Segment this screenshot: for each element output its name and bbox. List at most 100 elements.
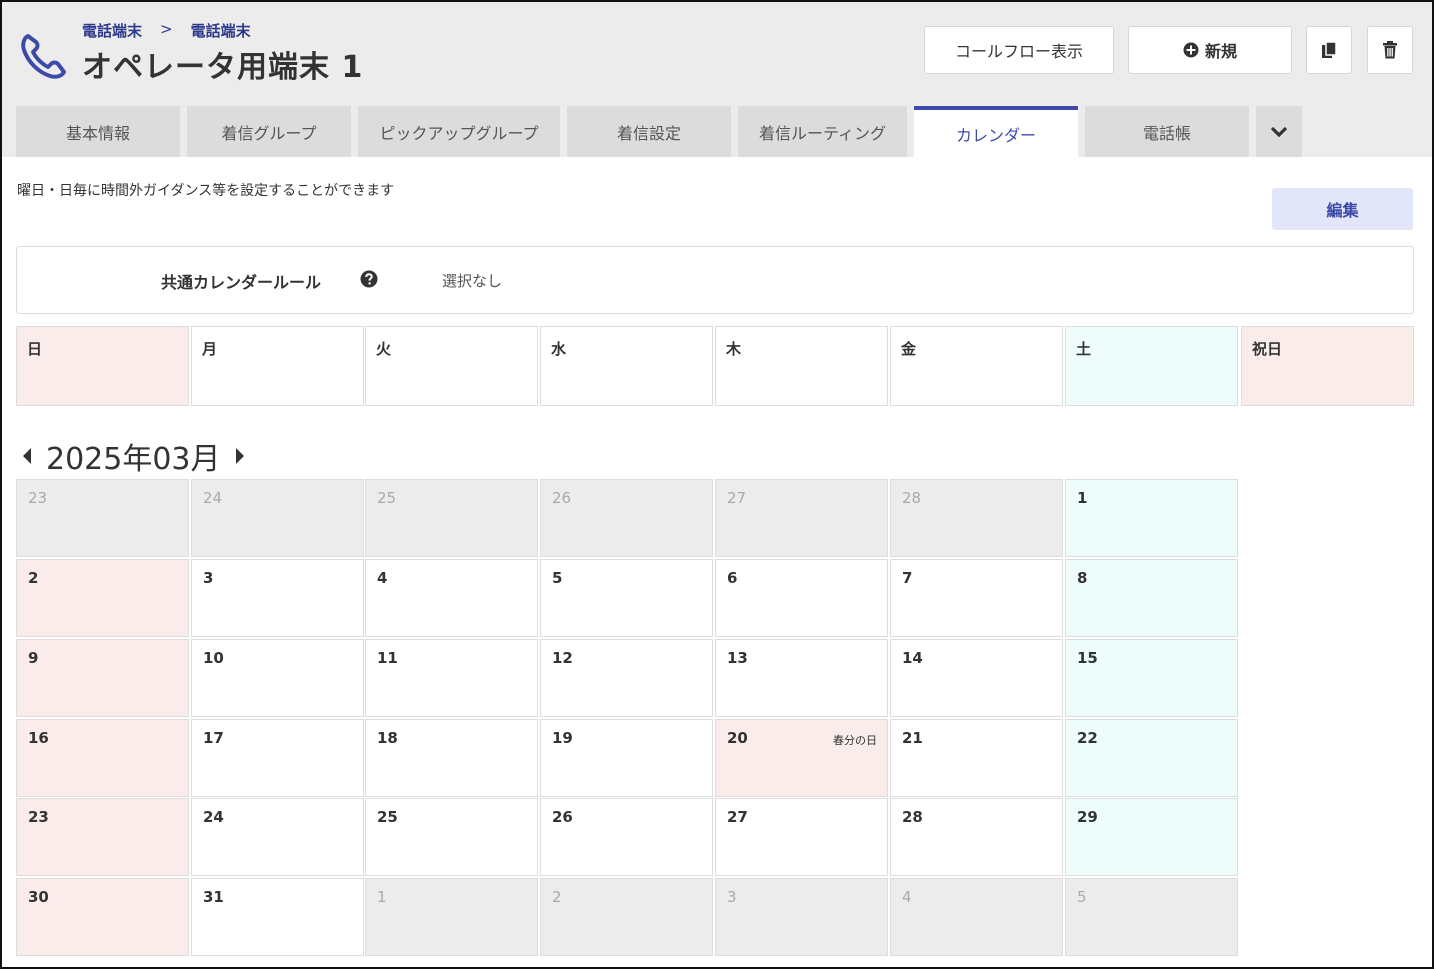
weekday-cell-tuesday[interactable]: 火 (365, 326, 538, 406)
weekday-cell-sunday[interactable]: 日 (16, 326, 189, 406)
calendar-day-number: 4 (902, 888, 912, 906)
calendar-day-number: 20 (727, 729, 748, 747)
calendar-day-cell[interactable]: 6 (715, 559, 888, 637)
calendar-day-number: 29 (1077, 808, 1098, 826)
calendar-day-cell[interactable]: 16 (16, 719, 189, 797)
calendar-day-cell[interactable]: 26 (540, 479, 713, 557)
calendar-day-cell[interactable]: 3 (715, 878, 888, 956)
tab-phonebook[interactable]: 電話帳 (1085, 106, 1249, 157)
common-calendar-rule-panel: 共通カレンダールール 選択なし (16, 246, 1414, 314)
tab-incoming-routing[interactable]: 着信ルーティング (738, 106, 907, 157)
calendar-day-cell[interactable]: 21 (890, 719, 1063, 797)
calendar-day-cell[interactable]: 24 (191, 479, 364, 557)
calendar-day-cell[interactable]: 1 (365, 878, 538, 956)
calendar-day-cell[interactable]: 13 (715, 639, 888, 717)
weekday-cell-thursday[interactable]: 木 (715, 326, 888, 406)
calendar-day-cell[interactable]: 3 (191, 559, 364, 637)
calendar-day-number: 23 (28, 808, 49, 826)
calendar-day-cell[interactable]: 4 (365, 559, 538, 637)
calendar-day-number: 11 (377, 649, 398, 667)
weekday-cell-monday[interactable]: 月 (191, 326, 364, 406)
calendar-day-number: 15 (1077, 649, 1098, 667)
calendar-day-cell[interactable]: 5 (540, 559, 713, 637)
calendar-day-cell[interactable]: 1 (1065, 479, 1238, 557)
callflow-button[interactable]: コールフロー表示 (924, 26, 1114, 74)
calendar-day-cell[interactable]: 2 (540, 878, 713, 956)
calendar-day-cell[interactable]: 11 (365, 639, 538, 717)
calendar-day-number: 4 (377, 569, 388, 587)
calendar-day-number: 6 (727, 569, 738, 587)
tab-basic-info[interactable]: 基本情報 (16, 106, 180, 157)
copy-button[interactable] (1306, 26, 1352, 74)
calendar-day-cell[interactable]: 12 (540, 639, 713, 717)
weekday-cell-friday[interactable]: 金 (890, 326, 1063, 406)
weekday-cell-holiday[interactable]: 祝日 (1241, 326, 1414, 406)
calendar-day-number: 8 (1077, 569, 1088, 587)
calendar-day-cell[interactable]: 28 (890, 798, 1063, 876)
calendar-day-cell[interactable]: 24 (191, 798, 364, 876)
calendar-day-cell[interactable]: 22 (1065, 719, 1238, 797)
calendar-day-cell[interactable]: 25 (365, 479, 538, 557)
tab-pickup-group[interactable]: ピックアップグループ (358, 106, 560, 157)
calendar-day-cell[interactable]: 27 (715, 479, 888, 557)
tab-incoming-group[interactable]: 着信グループ (187, 106, 351, 157)
calendar-day-number: 28 (902, 808, 923, 826)
tab-incoming-settings[interactable]: 着信設定 (567, 106, 731, 157)
caret-right-icon[interactable] (233, 446, 247, 466)
calendar-day-cell[interactable]: 10 (191, 639, 364, 717)
calendar-day-cell[interactable]: 23 (16, 798, 189, 876)
calendar-day-cell[interactable]: 9 (16, 639, 189, 717)
calendar-day-cell[interactable]: 4 (890, 878, 1063, 956)
app-frame: 電話端末 > 電話端末 オペレータ用端末 1 コールフロー表示 新規 基本情報 … (0, 0, 1434, 969)
weekday-cell-wednesday[interactable]: 水 (540, 326, 713, 406)
calendar-day-cell[interactable]: 17 (191, 719, 364, 797)
calendar-day-cell[interactable]: 25 (365, 798, 538, 876)
page-title: オペレータ用端末 1 (82, 50, 364, 85)
calendar-day-number: 7 (902, 569, 913, 587)
calendar-day-cell[interactable]: 18 (365, 719, 538, 797)
calendar-day-cell[interactable]: 29 (1065, 798, 1238, 876)
calendar-day-cell[interactable]: 31 (191, 878, 364, 956)
breadcrumb-item[interactable]: 電話端末 (82, 20, 142, 41)
calendar-day-number: 22 (1077, 729, 1098, 747)
calendar-day-cell[interactable]: 8 (1065, 559, 1238, 637)
new-button[interactable]: 新規 (1128, 26, 1292, 74)
calendar-day-cell[interactable]: 23 (16, 479, 189, 557)
tab-more-button[interactable] (1256, 106, 1302, 157)
help-icon[interactable] (360, 270, 378, 288)
calendar-day-cell[interactable]: 19 (540, 719, 713, 797)
calendar-day-cell[interactable]: 26 (540, 798, 713, 876)
calendar-day-number: 25 (377, 808, 398, 826)
calendar-day-number: 24 (203, 808, 224, 826)
delete-button[interactable] (1367, 26, 1413, 74)
tab-calendar[interactable]: カレンダー (914, 106, 1078, 157)
calendar-day-number: 13 (727, 649, 748, 667)
weekday-cell-saturday[interactable]: 土 (1065, 326, 1238, 406)
weekday-rule-row: 日 月 火 水 木 金 土 祝日 (16, 326, 1416, 406)
calendar-day-number: 5 (1077, 888, 1087, 906)
calendar-day-number: 16 (28, 729, 49, 747)
calendar-day-number: 26 (552, 489, 572, 507)
calendar-day-cell[interactable]: 15 (1065, 639, 1238, 717)
edit-button[interactable]: 編集 (1272, 188, 1413, 230)
calendar-day-cell[interactable]: 7 (890, 559, 1063, 637)
breadcrumb: 電話端末 > 電話端末 (82, 20, 251, 41)
caret-left-icon[interactable] (20, 446, 34, 466)
calendar-day-cell[interactable]: 30 (16, 878, 189, 956)
calendar-day-cell[interactable]: 2 (16, 559, 189, 637)
calendar-day-number: 1 (377, 888, 387, 906)
calendar-day-number: 30 (28, 888, 49, 906)
calendar-day-number: 9 (28, 649, 39, 667)
phone-icon (21, 34, 66, 79)
calendar-day-cell[interactable]: 27 (715, 798, 888, 876)
calendar-day-number: 3 (727, 888, 737, 906)
breadcrumb-item[interactable]: 電話端末 (191, 20, 251, 41)
description-text: 曜日・日毎に時間外ガイダンス等を設定することができます (17, 183, 395, 199)
calendar-day-number: 27 (727, 489, 747, 507)
calendar-day-cell[interactable]: 14 (890, 639, 1063, 717)
calendar-day-cell[interactable]: 28 (890, 479, 1063, 557)
calendar-day-number: 1 (1077, 489, 1088, 507)
calendar-day-cell[interactable]: 5 (1065, 878, 1238, 956)
calendar-day-cell[interactable]: 20 春分の日 (715, 719, 888, 797)
calendar-day-number: 14 (902, 649, 923, 667)
